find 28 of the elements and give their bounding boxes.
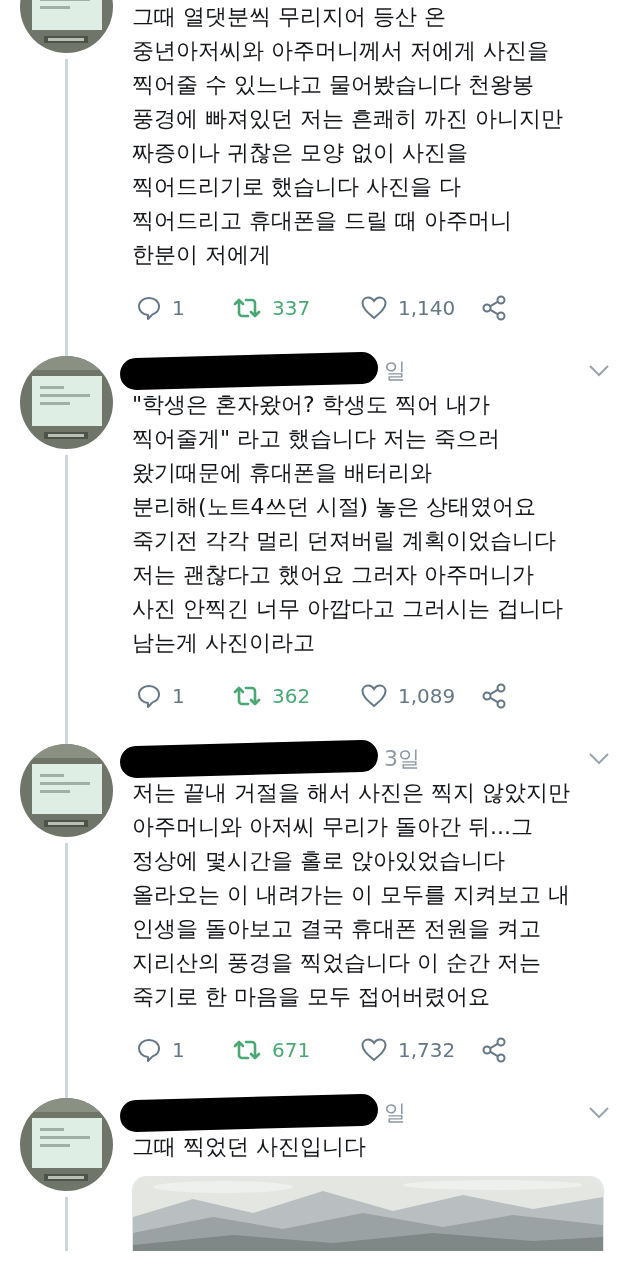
chevron-icon[interactable] <box>588 364 610 378</box>
heart-icon <box>360 295 388 321</box>
heart-icon <box>360 1037 388 1063</box>
chevron-icon[interactable] <box>588 1106 610 1120</box>
tweet-time: 일 <box>384 357 406 385</box>
tweet-text: 그때 찍었던 사진입니다 <box>132 1133 367 1161</box>
retweet-button[interactable]: 671 <box>232 1032 360 1068</box>
reply-icon <box>136 683 162 709</box>
tweet-time: 3일 <box>384 745 420 773</box>
reply-icon <box>136 295 162 321</box>
like-button[interactable]: 1,140 <box>360 290 480 326</box>
tweet-time: 일 <box>384 1099 406 1127</box>
like-button[interactable]: 1,089 <box>360 678 480 714</box>
retweet-button[interactable]: 362 <box>232 678 360 714</box>
reply-button[interactable]: 1 <box>136 1032 232 1068</box>
tweet-text: 저는 끝내 거절을 해서 사진은 찍지 않았지만 아주머니와 아저씨 무리가 돌아간 뒤...그 정상에 몇시간을 홀로 앉아있었습니다 올라오는 이 내려가는 이 모두를 지켜보고 내 인생을 돌아보고 결국 휴대폰 전원을 켜고 지리산의 풍경을 찍었습니다 이 순간 저는 죽기로 한 마음을 모두 접어버렸어요 <box>132 779 571 1011</box>
retweet-button[interactable]: 337 <box>232 290 360 326</box>
reply-button[interactable]: 1 <box>136 678 232 714</box>
reply-button[interactable]: 1 <box>136 290 232 326</box>
tweet-text: "학생은 혼자왔어? 학생도 찍어 내가 찍어줄게" 라고 했습니다 저는 죽으러 왔기때문에 휴대폰을 배터리와 분리해(노트4쓰던 시절) 놓은 상태였어요 죽기전 각각 멀리 던져버릴 계획이었습니다 저는 괜찮다고 했어요 그러자 아주머니가 사진 안찍긴 너무 아깝다고 그러시는 겁니다 남는게 사진이라고 <box>132 391 564 657</box>
chevron-icon[interactable] <box>588 752 610 766</box>
share-icon <box>480 682 508 710</box>
share-icon <box>480 1036 508 1064</box>
share-icon <box>480 294 508 322</box>
heart-icon <box>360 683 388 709</box>
reply-icon <box>136 1037 162 1063</box>
tweet-text: 그때 열댓분씩 무리지어 등산 온 중년아저씨와 아주머니께서 저에게 사진을 찍어줄 수 있느냐고 물어봤습니다 천왕봉 풍경에 빠져있던 저는 흔쾌히 까진 아니지만 짜증이나 귀찮은 모양 없이 사진을 찍어드리기로 했습니다 사진을 다 찍어드리고 휴대폰을 드릴 때 아주머니 한분이 저에게 <box>132 3 564 269</box>
like-button[interactable]: 1,732 <box>360 1032 480 1068</box>
